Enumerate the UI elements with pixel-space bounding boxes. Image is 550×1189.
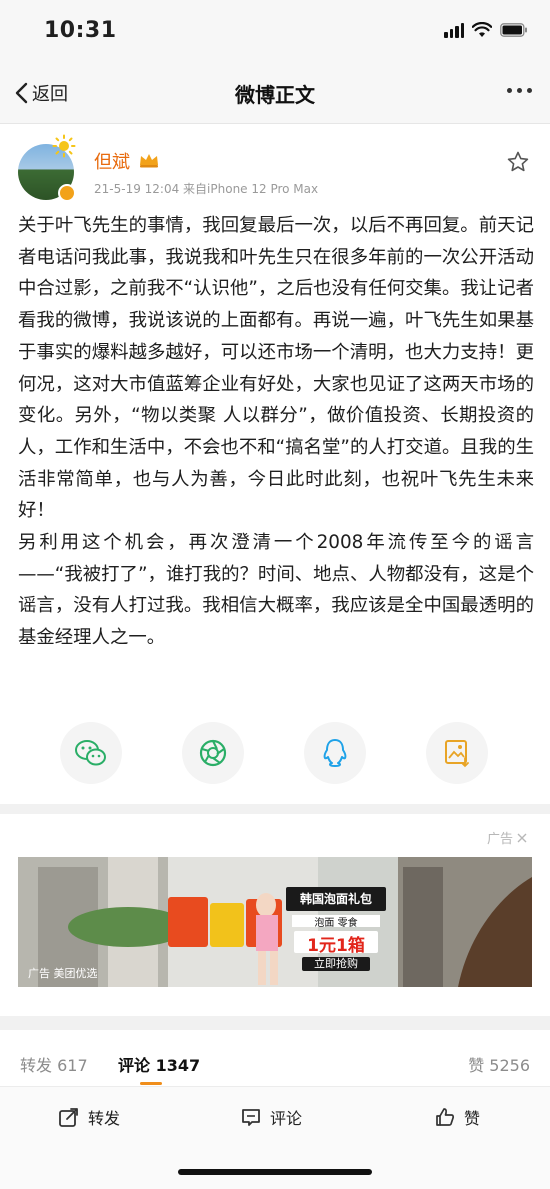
comment-icon bbox=[242, 1109, 260, 1126]
active-tab-indicator bbox=[140, 1082, 162, 1085]
post-meta: 21-5-19 12:04 来自iPhone 12 Pro Max bbox=[94, 182, 319, 196]
stats-tabs: 转发 617 评论 1347 赞 5256 bbox=[0, 1030, 550, 1092]
like-label: 赞 bbox=[464, 1109, 481, 1128]
sun-badge-icon bbox=[52, 134, 76, 158]
repost-label: 转发 bbox=[88, 1109, 121, 1128]
repost-button[interactable]: 转发 bbox=[58, 1105, 120, 1129]
share-row bbox=[0, 722, 550, 784]
share-moments-button[interactable] bbox=[182, 722, 244, 784]
tab-likes[interactable]: 赞 5256 bbox=[468, 1052, 530, 1076]
more-options-icon[interactable] bbox=[507, 88, 532, 93]
close-icon[interactable] bbox=[516, 832, 528, 844]
signal-icon bbox=[444, 22, 464, 38]
ad-headline: 韩国泡面礼包 bbox=[299, 892, 372, 906]
thumbs-up-icon bbox=[436, 1108, 455, 1126]
share-wechat-button[interactable] bbox=[60, 722, 122, 784]
save-image-button[interactable] bbox=[426, 722, 488, 784]
favorite-star-icon[interactable] bbox=[506, 150, 530, 174]
crown-icon bbox=[140, 154, 158, 168]
like-button[interactable]: 赞 bbox=[434, 1105, 480, 1129]
share-qq-button[interactable] bbox=[304, 722, 366, 784]
save-image-icon bbox=[445, 740, 469, 768]
ad-label[interactable]: 广告 bbox=[487, 828, 528, 847]
author-name[interactable]: 但斌 bbox=[94, 148, 130, 174]
tab-comments[interactable]: 评论 1347 bbox=[118, 1052, 200, 1076]
ad-subtitle: 泡面 零食 bbox=[314, 918, 358, 929]
battery-icon bbox=[500, 23, 528, 37]
repost-icon bbox=[59, 1108, 78, 1127]
ad-footer: 广告 美团优选 bbox=[28, 967, 98, 980]
ad-price: 1元1箱 bbox=[307, 936, 365, 956]
bottom-safe-area bbox=[0, 1146, 550, 1189]
verified-badge-icon bbox=[58, 184, 76, 202]
tab-reposts[interactable]: 转发 617 bbox=[20, 1052, 88, 1076]
page-title: 微博正文 bbox=[235, 83, 315, 107]
post-paragraph: 另利用这个机会，再次澄清一个2008年流传至今的谣言——“我被打了”，谁打我的？… bbox=[18, 532, 534, 649]
status-bar: 10:31 bbox=[0, 0, 550, 62]
status-icons bbox=[444, 22, 528, 38]
ad-cta-button[interactable]: 立即抢购 bbox=[302, 957, 370, 971]
status-time: 10:31 bbox=[44, 18, 117, 43]
section-divider bbox=[0, 1016, 550, 1030]
nav-bar: 返回 微博正文 bbox=[0, 62, 550, 124]
qq-icon bbox=[323, 739, 347, 767]
comment-label: 评论 bbox=[270, 1109, 303, 1128]
ad-label-text: 广告 bbox=[486, 832, 513, 847]
post-body: 关于叶飞先生的事情，我回复最后一次，以后不再回复。前天记者电话问我此事，我说我和… bbox=[18, 210, 534, 654]
comment-button[interactable]: 评论 bbox=[240, 1105, 302, 1129]
wechat-icon bbox=[75, 740, 106, 766]
action-bar: 转发 评论 赞 bbox=[0, 1086, 550, 1146]
home-indicator[interactable] bbox=[178, 1169, 372, 1175]
moments-icon bbox=[199, 739, 227, 767]
post-paragraph: 关于叶飞先生的事情，我回复最后一次，以后不再回复。前天记者电话问我此事，我说我和… bbox=[18, 215, 534, 522]
wifi-icon bbox=[472, 22, 492, 38]
ad-banner[interactable]: 韩国泡面礼包 泡面 零食 1元1箱 立即抢购 广告 美团优选 bbox=[18, 857, 532, 987]
post-author: 但斌 21-5-19 12:04 来自iPhone 12 Pro Max bbox=[0, 134, 550, 206]
section-divider bbox=[0, 804, 550, 814]
